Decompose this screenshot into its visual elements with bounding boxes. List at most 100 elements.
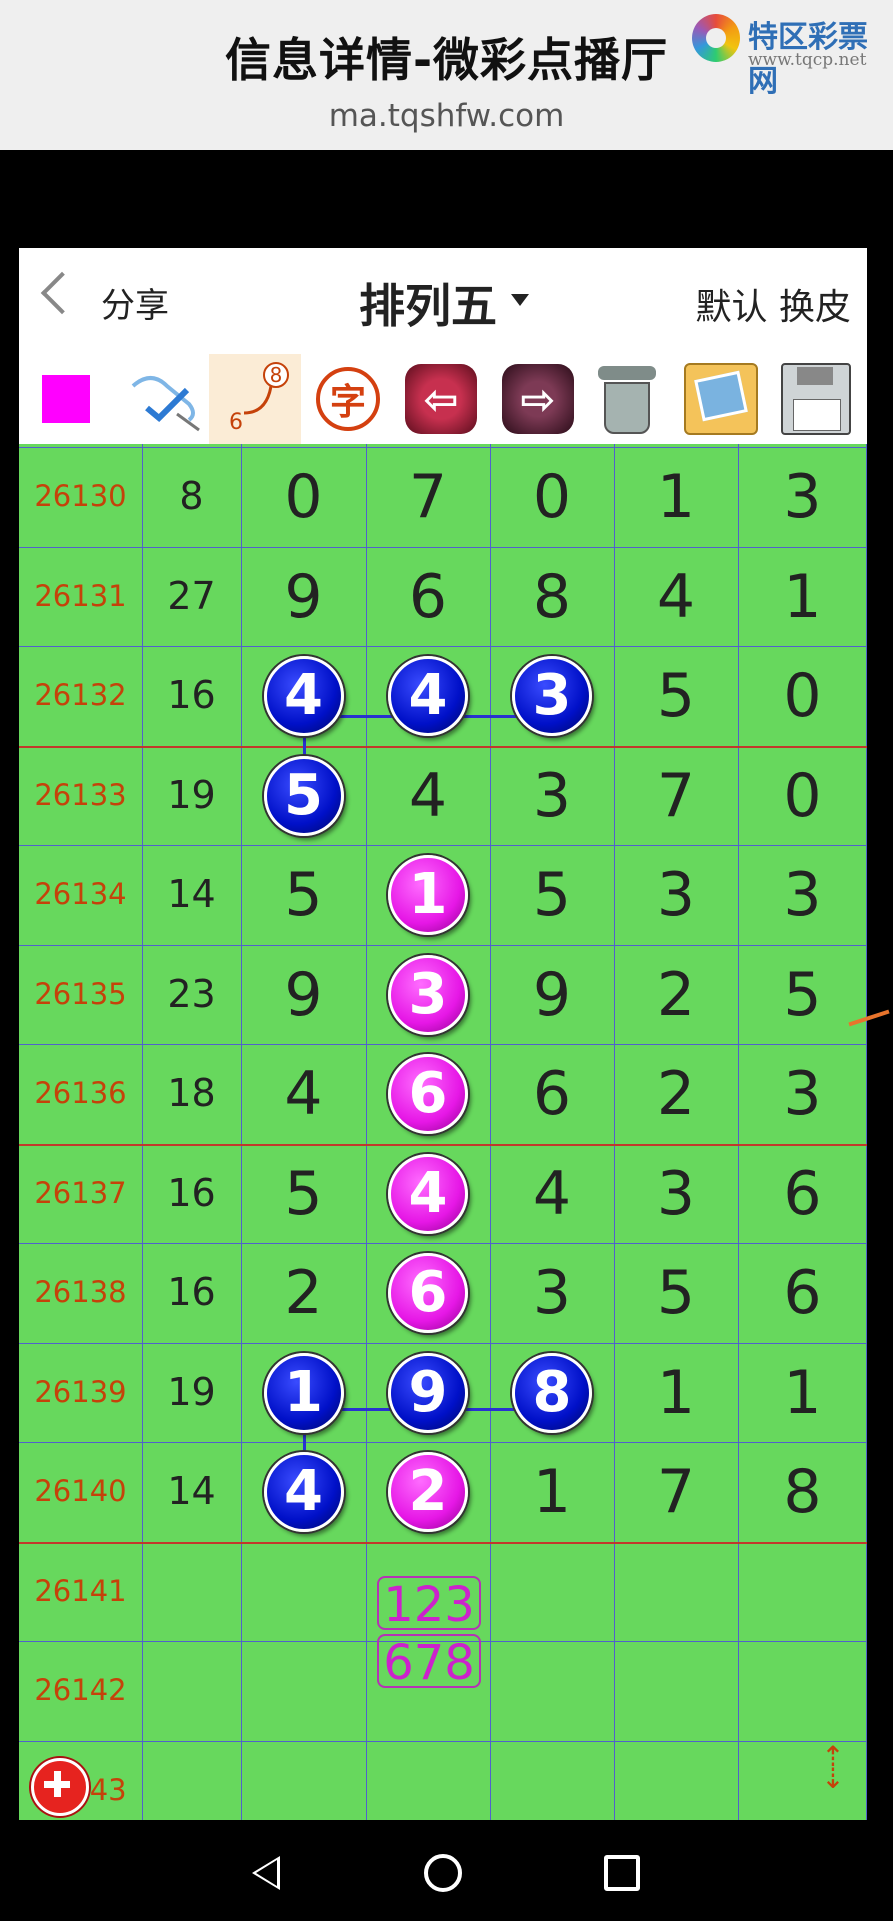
home-icon[interactable]	[424, 1854, 462, 1892]
digit-cell[interactable]: 7	[614, 1442, 738, 1541]
digit-cell[interactable]: 4	[366, 746, 490, 845]
digit-cell[interactable]	[366, 1741, 490, 1820]
share-button[interactable]: 分享	[101, 278, 169, 327]
digit-cell[interactable]: 5	[738, 945, 867, 1044]
digit-cell[interactable]: 9	[241, 945, 366, 1044]
digit-cell[interactable]: 4	[490, 1144, 614, 1243]
digit-cell[interactable]	[241, 1542, 366, 1641]
digit-cell[interactable]: 9	[241, 547, 366, 646]
digit-cell[interactable]: 3	[614, 1144, 738, 1243]
digit-cell[interactable]: 8	[490, 1343, 614, 1442]
digit-cell[interactable]: 7	[614, 746, 738, 845]
issue-number: 26133	[34, 778, 127, 812]
recents-icon[interactable]	[604, 1855, 640, 1891]
text-tool-button[interactable]: 字	[306, 357, 390, 441]
table-row: 26130 8 0 7 0 1 3	[19, 447, 867, 546]
undo-button[interactable]: ⇦	[399, 357, 483, 441]
digit-cell[interactable]: 5	[241, 1144, 366, 1243]
back-icon[interactable]	[252, 1856, 280, 1890]
digit-cell[interactable]: 3	[738, 1044, 867, 1143]
up-down-arrows-icon[interactable]: ⇡ ⇣	[813, 1743, 853, 1816]
trend-grid[interactable]: 26130 8 0 7 0 1 3 26131 27 9 6 8 4 1 26132 16 4 4 3 5 0 26133…	[19, 444, 867, 1820]
digit-cell[interactable]: 1	[738, 1343, 867, 1442]
digit-cell[interactable]: 4	[241, 1044, 366, 1143]
digit-cell[interactable]	[738, 1542, 867, 1641]
digit-cell[interactable]: 8	[490, 547, 614, 646]
digit-cell[interactable]: 1	[738, 547, 867, 646]
digit-cell[interactable]: 8	[738, 1442, 867, 1541]
clear-button[interactable]	[585, 357, 669, 441]
brush-check-button[interactable]	[125, 357, 209, 441]
digit-cell[interactable]: 0	[490, 447, 614, 546]
digit-cell[interactable]	[614, 1641, 738, 1740]
digit-cell[interactable]: 2	[614, 945, 738, 1044]
digit-cell[interactable]: 0	[738, 646, 867, 745]
digit-cell[interactable]: 1	[366, 845, 490, 944]
digit-cell[interactable]: 2	[241, 1243, 366, 1342]
digit-cell[interactable]	[614, 1741, 738, 1820]
chevron-left-icon[interactable]	[40, 271, 84, 315]
digit-cell[interactable]: 3	[614, 845, 738, 944]
pink-ball: 3	[388, 954, 468, 1035]
digit-cell[interactable]: 5	[614, 1243, 738, 1342]
digit-cell[interactable]: 9	[490, 945, 614, 1044]
digit-cell[interactable]: 4	[366, 1144, 490, 1243]
digit-cell[interactable]: 5	[490, 845, 614, 944]
digit-cell[interactable]: 3	[366, 945, 490, 1044]
digit-cell[interactable]	[738, 1641, 867, 1740]
digit-cell[interactable]: 3	[490, 1243, 614, 1342]
digit-cell[interactable]: 4	[366, 646, 490, 745]
lottery-title[interactable]: 排列五	[359, 270, 497, 336]
digit-cell[interactable]: 4	[241, 1442, 366, 1541]
digit-cell[interactable]: 0	[738, 746, 867, 845]
redo-button[interactable]: ⇨	[496, 357, 580, 441]
skin-button[interactable]: 换皮	[779, 287, 851, 328]
table-row: 26137 16 5 4 4 3 6	[19, 1144, 867, 1243]
prediction-box-2: 678	[377, 1634, 481, 1690]
digit-cell[interactable]: 4	[614, 547, 738, 646]
digit-cell[interactable]: 5	[241, 845, 366, 944]
digit-cell[interactable]: 1	[614, 447, 738, 546]
digit-cell[interactable]	[490, 1741, 614, 1820]
digit-cell[interactable]: 2	[366, 1442, 490, 1541]
digit-cell[interactable]: 7	[366, 447, 490, 546]
digit-cell[interactable]	[490, 1542, 614, 1641]
digit-cell[interactable]: 5	[241, 746, 366, 845]
digit-cell[interactable]: 4	[241, 646, 366, 745]
plus-icon[interactable]	[31, 1758, 89, 1816]
dropdown-caret-icon[interactable]	[511, 294, 529, 306]
digit-sum: 8	[179, 474, 204, 518]
digit-cell[interactable]	[490, 1641, 614, 1740]
digit-sum	[142, 1641, 241, 1740]
digit-cell[interactable]	[241, 1641, 366, 1740]
digit-cell[interactable]: 5	[614, 646, 738, 745]
save-button[interactable]	[774, 357, 858, 441]
digit-cell[interactable]: 1	[241, 1343, 366, 1442]
page-url: ma.tqshfw.com	[328, 98, 565, 134]
color-picker-button[interactable]	[24, 357, 108, 441]
digit-cell[interactable]: 6	[366, 547, 490, 646]
digit-cell[interactable]: 6	[738, 1243, 867, 1342]
line-connect-button[interactable]: 86	[209, 354, 301, 444]
digit-cell[interactable]	[241, 1741, 366, 1820]
digit-cell[interactable]: 6	[366, 1044, 490, 1143]
digit-cell[interactable]: 1	[614, 1343, 738, 1442]
digit-cell[interactable]: 6	[366, 1243, 490, 1342]
digit-cell[interactable]	[614, 1542, 738, 1641]
digit-cell[interactable]: 6	[490, 1044, 614, 1143]
digit-cell[interactable]: 3	[738, 845, 867, 944]
pink-ball: 4	[388, 1153, 468, 1234]
digit-cell[interactable]: 6	[738, 1144, 867, 1243]
default-button[interactable]: 默认	[696, 287, 768, 328]
digit-cell[interactable]: 9	[366, 1343, 490, 1442]
digit-cell[interactable]: 3	[738, 447, 867, 546]
image-button[interactable]	[679, 357, 763, 441]
digit-cell[interactable]: 1	[490, 1442, 614, 1541]
digit-cell[interactable]: 3	[490, 746, 614, 845]
line-68-icon: 86	[229, 362, 289, 435]
table-row: 26134 14 5 1 5 3 3	[19, 845, 867, 944]
issue-number: 26136	[34, 1076, 127, 1110]
digit-cell[interactable]: 0	[241, 447, 366, 546]
digit-cell[interactable]: 2	[614, 1044, 738, 1143]
digit-cell[interactable]: 3	[490, 646, 614, 745]
